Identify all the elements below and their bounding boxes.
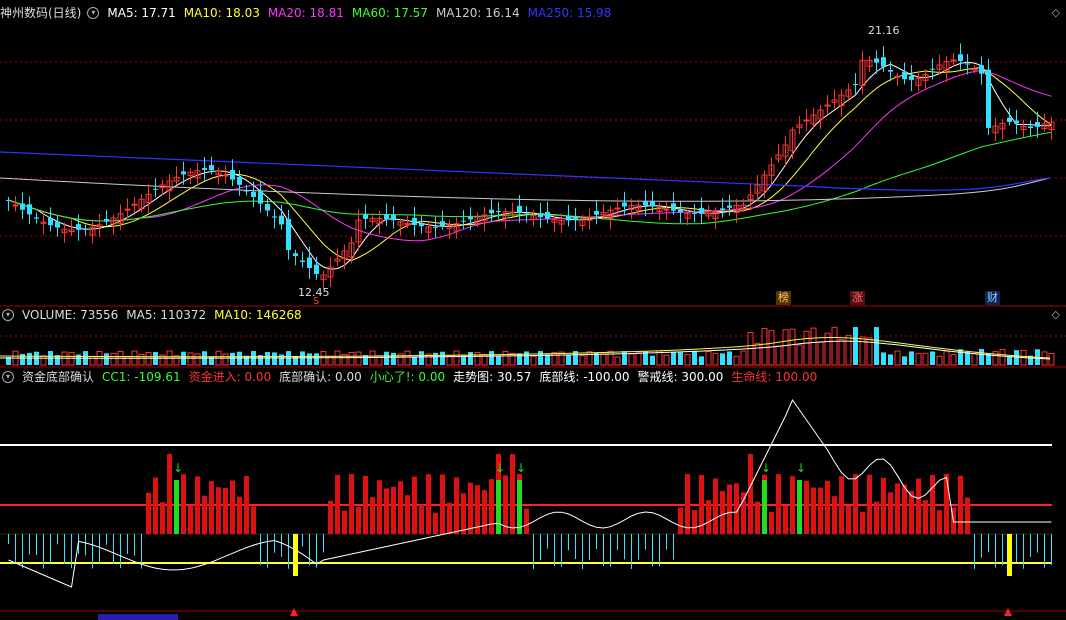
ma20-label: MA20: 18.81: [267, 6, 344, 20]
high-price-label: 21.16: [868, 24, 900, 37]
volume-ma5-label: MA5: 110372: [126, 308, 207, 322]
badge-bang[interactable]: 榜: [776, 291, 791, 305]
ma120-label: MA120: 16.14: [435, 6, 520, 20]
ma60-label: MA60: 17.57: [351, 6, 428, 20]
badge-zhang[interactable]: 涨: [850, 291, 865, 305]
ma250-label: MA250: 15.98: [527, 6, 612, 20]
volume-label: VOLUME: 73556: [22, 308, 119, 322]
cc1-label: CC1: -109.61: [102, 370, 181, 384]
life-line-label: 生命线: 100.00: [731, 370, 818, 384]
caution-label: 小心了!: 0.00: [369, 370, 446, 384]
volume-ma10-label: MA10: 146268: [214, 308, 302, 322]
chevron-down-icon[interactable]: ▾: [2, 309, 14, 321]
indicator-header: ▾ 资金底部确认 CC1: -109.61 资金进入: 0.00 底部确认: 0…: [0, 369, 825, 385]
bottom-confirm-label: 底部确认: 0.00: [279, 370, 362, 384]
indicator-name[interactable]: 资金底部确认: [22, 369, 94, 385]
main-chart-header: 神州数码(日线) ▾ MA5: 17.71 MA10: 18.03 MA20: …: [0, 5, 619, 21]
moving-average-lines: [0, 61, 1052, 270]
svg-text:↓: ↓: [495, 461, 505, 475]
trend-label: 走势图: 30.57: [453, 370, 532, 384]
sell-marker: S: [313, 296, 319, 307]
svg-text:↓: ↓: [516, 461, 526, 475]
bottom-line-label: 底部线: -100.00: [539, 370, 630, 384]
ma5-label: MA5: 17.71: [107, 6, 176, 20]
stock-title[interactable]: 神州数码(日线): [0, 5, 81, 21]
warning-line-label: 警戒线: 300.00: [637, 370, 724, 384]
volume-header: ▾ VOLUME: 73556 MA5: 110372 MA10: 146268: [0, 307, 310, 323]
ma10-label: MA10: 18.03: [183, 6, 260, 20]
chevron-down-icon[interactable]: ▾: [87, 7, 100, 19]
candlestick-series: [6, 43, 1055, 289]
indicator-panel: ↓ ↓ ↓ ↓ ↓: [0, 398, 1052, 620]
settings-icon[interactable]: ◇: [1052, 6, 1060, 19]
svg-text:↓: ↓: [761, 461, 771, 475]
fund-entry-label: 资金进入: 0.00: [188, 370, 272, 384]
panel-settings-icon[interactable]: ◇: [1052, 308, 1060, 321]
volume-bars: [0, 326, 1055, 366]
badge-cai[interactable]: 财: [985, 291, 1000, 305]
svg-text:↓: ↓: [173, 461, 183, 475]
chevron-down-icon[interactable]: ▾: [2, 371, 14, 383]
svg-text:↓: ↓: [796, 461, 806, 475]
